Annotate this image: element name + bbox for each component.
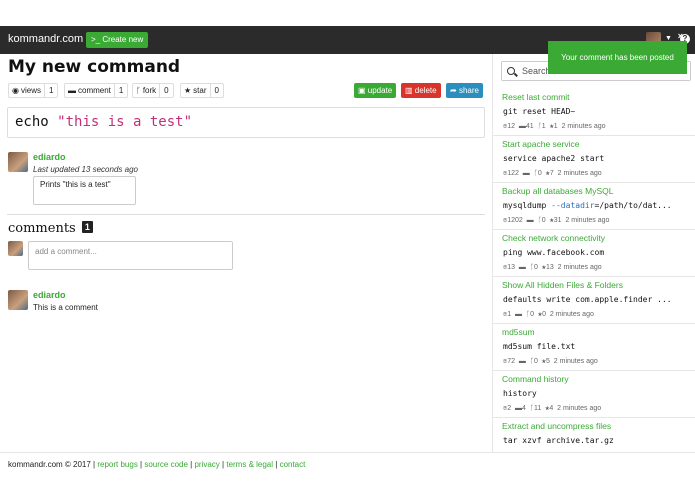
current-user-avatar bbox=[8, 241, 23, 256]
update-button[interactable]: ▣ update bbox=[354, 83, 397, 98]
command-code: defaults write com.apple.finder ... bbox=[503, 295, 672, 304]
list-item[interactable]: Start apache service service apache2 sta… bbox=[493, 136, 695, 183]
trash-icon: ▥ bbox=[405, 86, 415, 95]
command-meta: ◉2 ▬4 ᚴ11 ★4 2 minutes ago bbox=[503, 405, 602, 412]
list-item[interactable]: Extract and uncompress files tar xzvf ar… bbox=[493, 418, 695, 452]
contact-link[interactable]: contact bbox=[280, 460, 306, 469]
comments-count-badge: 1 bbox=[81, 221, 93, 233]
command-meta: ◉1202 ▬ ᚴ0 ★31 2 minutes ago bbox=[503, 217, 610, 224]
footer-links: kommandr.com © 2017 | report bugs | sour… bbox=[8, 460, 306, 469]
command-title-link[interactable]: Command history bbox=[502, 374, 569, 384]
views-count: 1 bbox=[49, 86, 54, 95]
list-item[interactable]: md5sum md5sum file.txt ◉72 ▬ ᚴ0 ★5 2 min… bbox=[493, 324, 695, 371]
eye-icon: ◉ bbox=[12, 86, 19, 95]
fork-count: 0 bbox=[164, 86, 169, 95]
command-title-link[interactable]: Start apache service bbox=[502, 139, 579, 149]
list-item[interactable]: Command history history ◉2 ▬4 ᚴ11 ★4 2 m… bbox=[493, 371, 695, 418]
views-counter[interactable]: ◉ views 1 bbox=[8, 83, 59, 98]
command-code: history bbox=[503, 389, 537, 398]
last-updated: Last updated 13 seconds ago bbox=[33, 165, 138, 174]
command-code: tar xzvf archive.tar.gz bbox=[503, 436, 614, 445]
terms-link[interactable]: terms & legal bbox=[226, 460, 273, 469]
brand-logo[interactable]: kommandr.com bbox=[8, 33, 83, 45]
fork-counter[interactable]: ᚴ fork 0 bbox=[132, 83, 174, 98]
command-meta: ◉12 ▬41 ᚴ1 ★1 2 minutes ago bbox=[503, 123, 606, 130]
page-title: My new command bbox=[8, 57, 181, 77]
comment-icon: ▬ bbox=[518, 358, 526, 365]
list-item[interactable]: Backup all databases MySQL mysqldump --d… bbox=[493, 183, 695, 230]
create-new-button[interactable]: >_ Create new bbox=[86, 32, 149, 48]
star-count: 0 bbox=[214, 86, 219, 95]
command-code: service apache2 start bbox=[503, 154, 605, 163]
close-icon[interactable]: × bbox=[678, 30, 683, 42]
delete-button[interactable]: ▥ delete bbox=[401, 83, 441, 98]
comments-heading: comments 1 bbox=[8, 221, 93, 236]
command-detail: My new command ◉ views 1 ▬ comment 1 ᚴ fork… bbox=[0, 54, 492, 452]
list-item[interactable]: Check network connectivity ping www.face… bbox=[493, 230, 695, 277]
description-field[interactable]: Prints "this is a test" bbox=[33, 176, 136, 205]
source-code-link[interactable]: source code bbox=[144, 460, 188, 469]
share-icon: ➦ bbox=[450, 86, 459, 95]
copyright: kommandr.com © 2017 | bbox=[8, 460, 98, 469]
comment-counter[interactable]: ▬ comment 1 bbox=[64, 83, 129, 98]
command-meta: ◉72 ▬ ᚴ0 ★5 2 minutes ago bbox=[503, 358, 598, 365]
command-code[interactable]: echo "this is a test" bbox=[7, 107, 485, 138]
comment-input[interactable]: add a comment... bbox=[28, 241, 233, 270]
toast-message: Your comment has been posted bbox=[561, 53, 674, 62]
comment-icon: ▬ bbox=[515, 311, 522, 318]
comment-icon: ▬ bbox=[68, 86, 76, 95]
author-link[interactable]: ediardo bbox=[33, 152, 66, 162]
sidebar: Search Reset last commit git reset HEAD~… bbox=[492, 54, 695, 452]
command-title-link[interactable]: Show All Hidden Files & Folders bbox=[502, 280, 623, 290]
comment-icon: ▬ bbox=[526, 217, 534, 224]
command-code: mysqldump --datadir=/path/to/dat... bbox=[503, 201, 672, 210]
author-avatar[interactable] bbox=[8, 152, 28, 172]
command-code: ping www.facebook.com bbox=[503, 248, 605, 257]
top-strip bbox=[0, 0, 695, 26]
command-title-link[interactable]: md5sum bbox=[502, 327, 535, 337]
toast-notification: Your comment has been posted × bbox=[548, 31, 687, 74]
comment-icon: ▬ bbox=[518, 123, 526, 130]
command-meta: ◉1 ▬ ᚴ0 ★0 2 minutes ago bbox=[503, 311, 594, 318]
star-icon: ★ bbox=[184, 86, 192, 95]
command-code: git reset HEAD~ bbox=[503, 107, 576, 116]
comment-author-avatar[interactable] bbox=[8, 290, 28, 310]
footer: kommandr.com © 2017 | report bugs | sour… bbox=[0, 452, 695, 494]
fork-icon: ᚴ bbox=[136, 86, 141, 95]
comment-icon: ▬ bbox=[515, 405, 522, 412]
report-bugs-link[interactable]: report bugs bbox=[97, 460, 137, 469]
command-meta: ◉122 ▬ ᚴ0 ★7 2 minutes ago bbox=[503, 170, 602, 177]
command-meta: ◉13 ▬ ᚴ0 ★13 2 minutes ago bbox=[503, 264, 602, 271]
comment-text: This is a comment bbox=[33, 303, 98, 312]
privacy-link[interactable]: privacy bbox=[194, 460, 219, 469]
save-icon: ▣ bbox=[358, 86, 368, 95]
command-title-link[interactable]: Extract and uncompress files bbox=[502, 421, 611, 431]
comment-icon: ▬ bbox=[518, 264, 526, 271]
list-item[interactable]: Show All Hidden Files & Folders defaults… bbox=[493, 277, 695, 324]
comment-author-link[interactable]: ediardo bbox=[33, 290, 66, 300]
comment-count: 1 bbox=[118, 86, 124, 95]
search-icon bbox=[507, 67, 515, 75]
command-title-link[interactable]: Reset last commit bbox=[502, 92, 570, 102]
star-counter[interactable]: ★ star 0 bbox=[180, 83, 224, 98]
share-button[interactable]: ➦ share bbox=[446, 83, 483, 98]
divider bbox=[7, 214, 485, 215]
command-title-link[interactable]: Backup all databases MySQL bbox=[502, 186, 614, 196]
command-title-link[interactable]: Check network connectivity bbox=[502, 233, 605, 243]
command-code: md5sum file.txt bbox=[503, 342, 576, 351]
list-item[interactable]: Reset last commit git reset HEAD~ ◉12 ▬4… bbox=[493, 89, 695, 136]
comment-icon: ▬ bbox=[522, 170, 530, 177]
